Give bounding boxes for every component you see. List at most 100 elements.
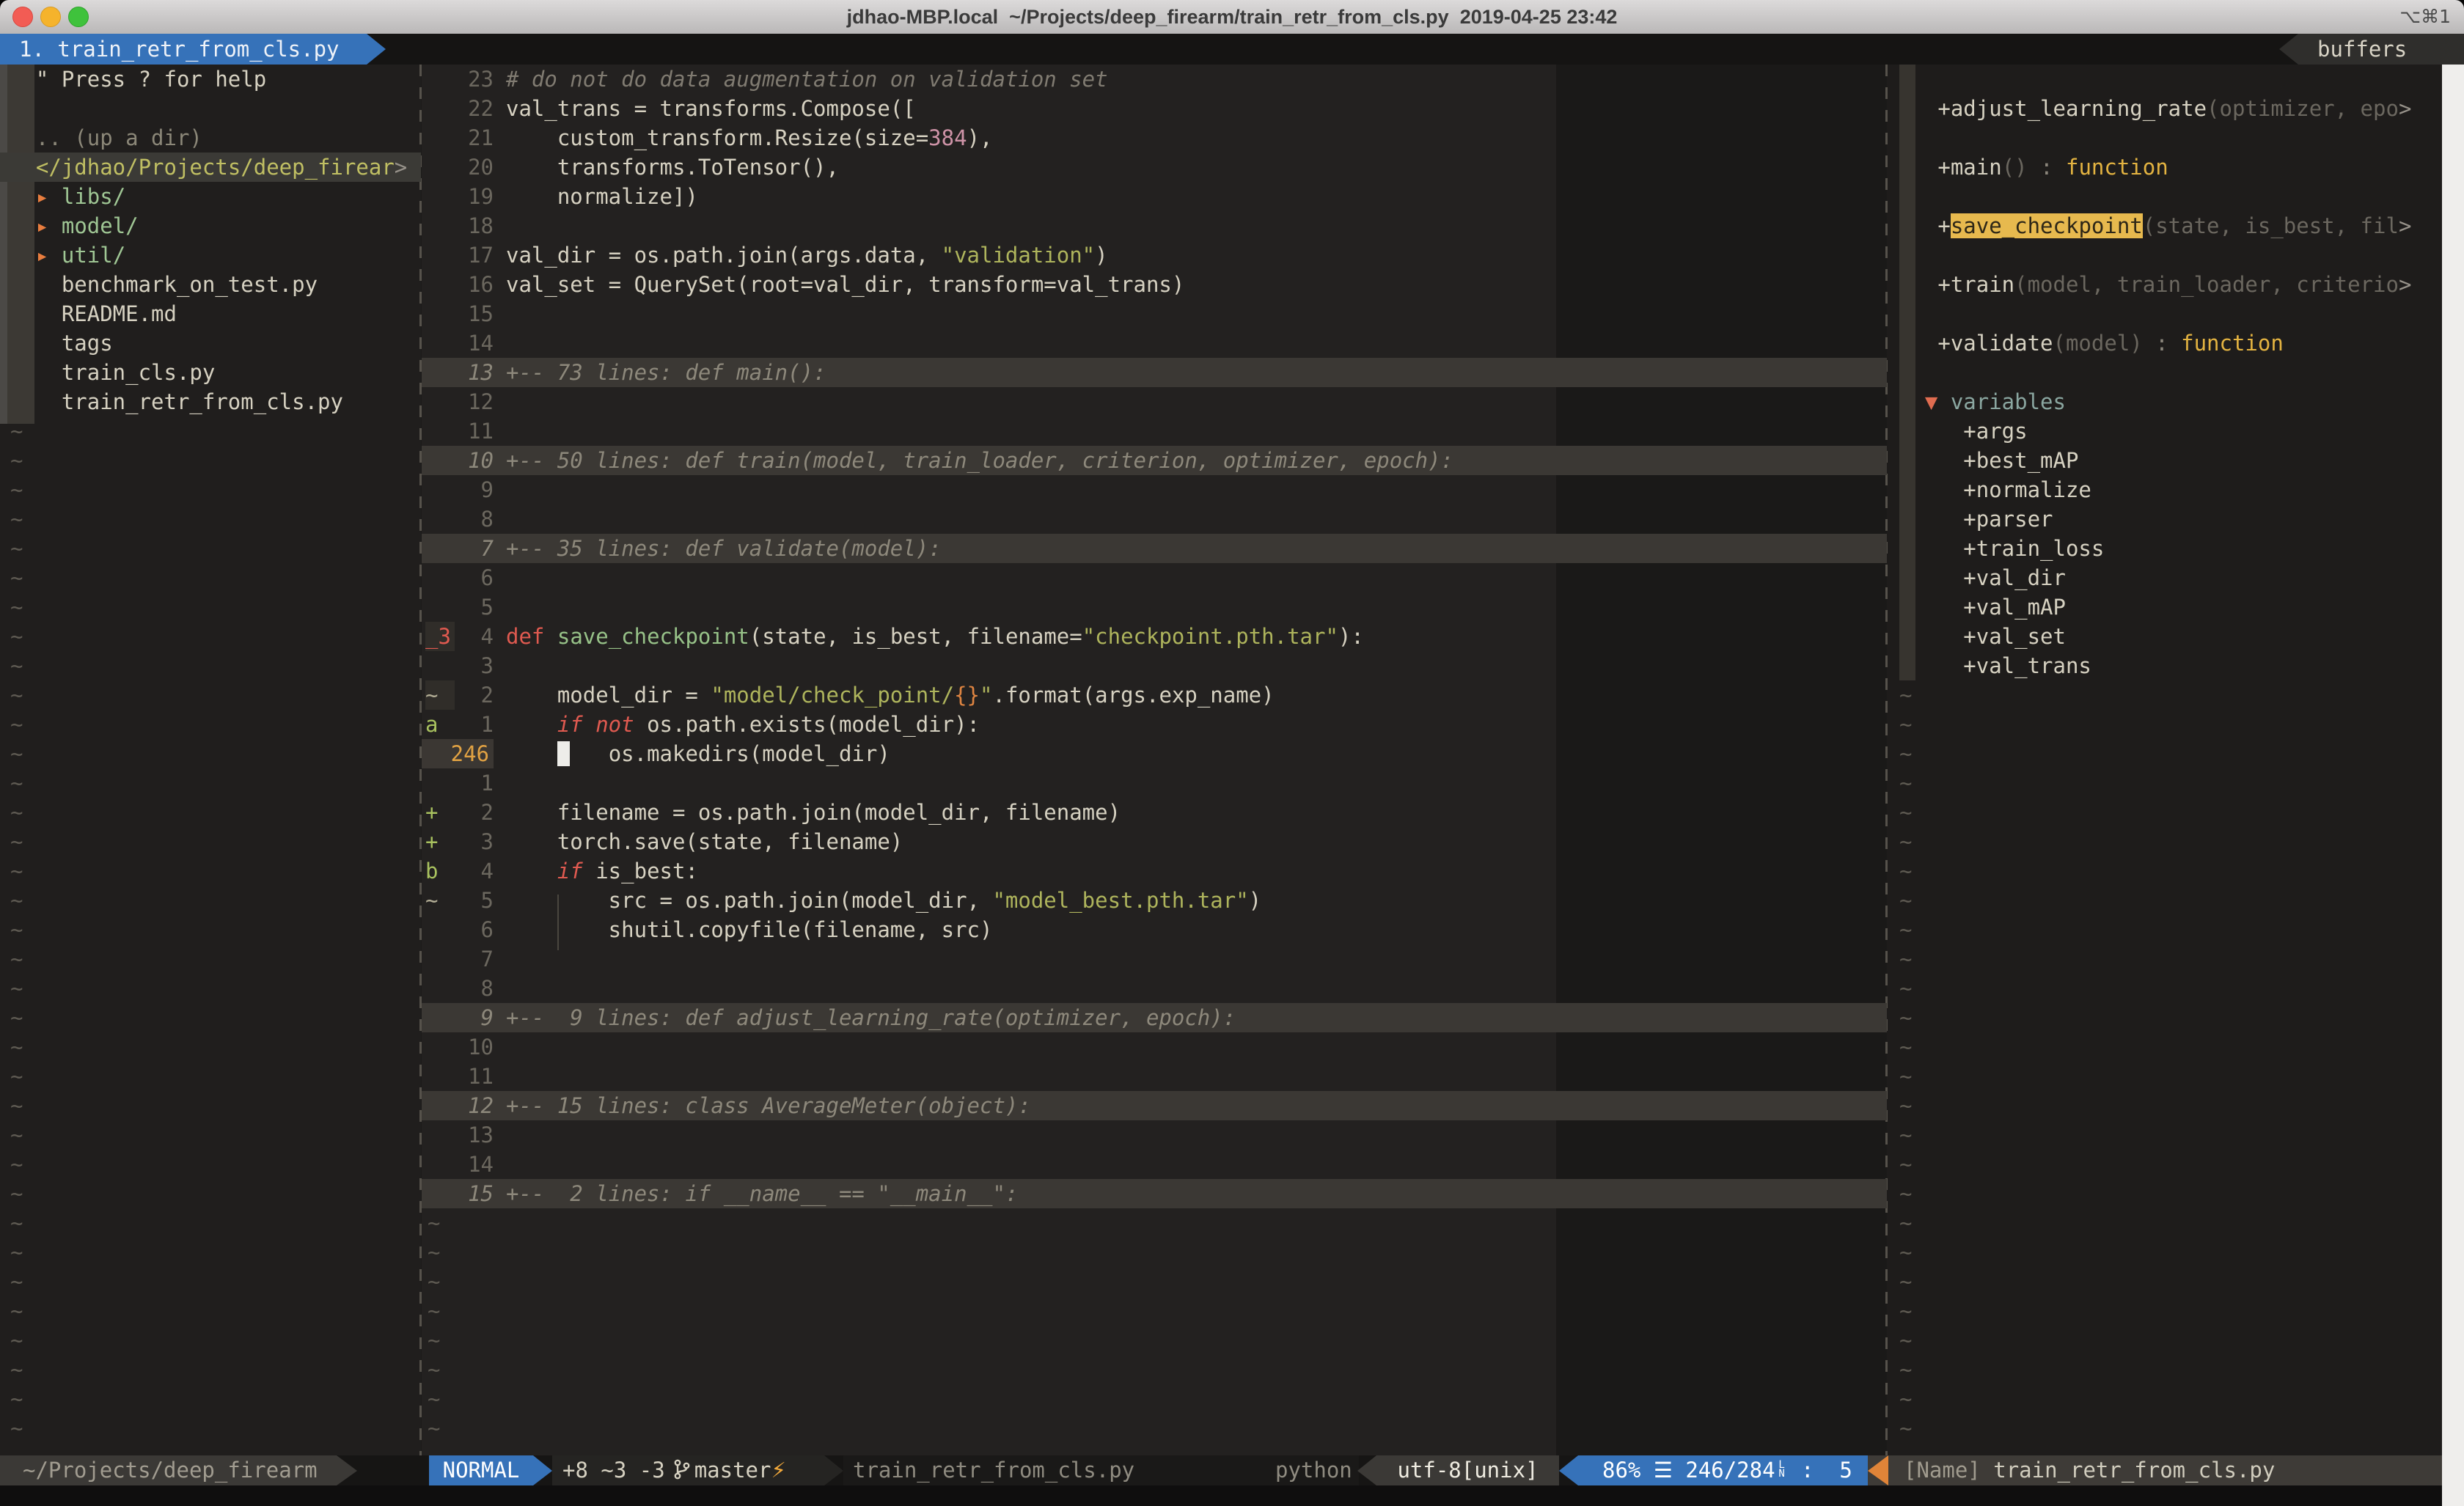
tree-file[interactable]: README.md	[0, 299, 421, 328]
tree-updir[interactable]: .. (up a dir)	[0, 123, 421, 153]
editor-line[interactable]: 23# do not do data augmentation on valid…	[422, 65, 1887, 94]
tilde-line: ~	[0, 475, 421, 504]
editor-line[interactable]: 7	[422, 944, 1887, 974]
editor-line[interactable]: 5	[422, 592, 1887, 622]
tag-item[interactable]	[1887, 65, 2464, 94]
tag-item[interactable]	[1887, 358, 2464, 387]
tree-root[interactable]: </jdhao/Projects/deep_firear>	[0, 153, 421, 182]
tree-dir[interactable]: ▸ libs/	[0, 182, 421, 211]
editor-line[interactable]: 22val_trans = transforms.Compose([	[422, 94, 1887, 123]
tag-variable[interactable]: +normalize	[1887, 475, 2464, 504]
editor-line[interactable]: 3+ torch.save(state, filename)	[422, 827, 1887, 856]
tag-item[interactable]	[1887, 123, 2464, 153]
editor-line[interactable]: 18	[422, 211, 1887, 240]
tag-variable[interactable]: +train_loss	[1887, 534, 2464, 563]
tag-function[interactable]: +train(model, train_loader, criterio>	[1887, 270, 2464, 299]
editor-line[interactable]: 1a if not os.path.exists(model_dir):	[422, 710, 1887, 739]
editor-line[interactable]: 3	[422, 651, 1887, 680]
editor-line[interactable]: 10+-- 50 lines: def train(model, train_l…	[422, 446, 1887, 475]
tag-function-selected[interactable]: +save_checkpoint(state, is_best, fil>	[1887, 211, 2464, 240]
tree-file[interactable]: train_cls.py	[0, 358, 421, 387]
tag-kind[interactable]: ▼ variables	[1887, 387, 2464, 416]
git-hunks-branch: +8 ~3 -3master⚡	[552, 1455, 824, 1485]
tag-item[interactable]	[1887, 299, 2464, 328]
editor-line[interactable]: 19 normalize])	[422, 182, 1887, 211]
tilde-line: ~	[1887, 1414, 2464, 1443]
tilde-line: ~	[0, 1120, 421, 1150]
editor-line[interactable]: 4b if is_best:	[422, 856, 1887, 886]
tilde-line: ~	[1887, 1384, 2464, 1414]
tab-shortcut-label: ⌥⌘1	[2399, 0, 2451, 34]
editor-line[interactable]: 11	[422, 1062, 1887, 1091]
tilde-line: ~	[0, 856, 421, 886]
tree-file[interactable]: tags	[0, 328, 421, 358]
tag-item[interactable]	[1887, 240, 2464, 270]
editor-line[interactable]: 6 shutil.copyfile(filename, src)	[422, 915, 1887, 944]
tilde-line: ~	[0, 1032, 421, 1062]
editor-line[interactable]: 21 custom_transform.Resize(size=384),	[422, 123, 1887, 153]
tag-item[interactable]	[1887, 182, 2464, 211]
editor-line[interactable]: 10	[422, 1032, 1887, 1062]
editor-line[interactable]: 9+-- 9 lines: def adjust_learning_rate(o…	[422, 1003, 1887, 1032]
editor-line[interactable]: 2+ filename = os.path.join(model_dir, fi…	[422, 798, 1887, 827]
editor-line[interactable]: 16val_set = QuerySet(root=val_dir, trans…	[422, 270, 1887, 299]
tree-dir[interactable]: ▸ model/	[0, 211, 421, 240]
editor-line[interactable]: 8	[422, 504, 1887, 534]
tree-item[interactable]	[0, 94, 421, 123]
tree-file[interactable]: train_retr_from_cls.py	[0, 387, 421, 416]
tilde-line: ~	[422, 1414, 1887, 1443]
powerline-arrow-icon	[337, 1455, 357, 1485]
tree-dir[interactable]: ▸ util/	[0, 240, 421, 270]
tilde-line: ~	[0, 592, 421, 622]
mode-indicator: NORMAL	[429, 1455, 533, 1485]
tilde-line: ~	[0, 1208, 421, 1238]
tilde-line: ~	[1887, 1326, 2464, 1355]
tag-variable[interactable]: +val_mAP	[1887, 592, 2464, 622]
editor-line[interactable]: 13+-- 73 lines: def main():	[422, 358, 1887, 387]
editor-line[interactable]: 4_3def save_checkpoint(state, is_best, f…	[422, 622, 1887, 651]
tag-variable[interactable]: +val_set	[1887, 622, 2464, 651]
editor-line[interactable]: 14	[422, 1150, 1887, 1179]
tree-help[interactable]: " Press ? for help	[0, 65, 421, 94]
editor-line[interactable]: 15+-- 2 lines: if __name__ == "__main__"…	[422, 1179, 1887, 1208]
tag-function[interactable]: +adjust_learning_rate(optimizer, epo>	[1887, 94, 2464, 123]
cursor-position: 86% ☰ 246/284LN : 5	[1578, 1455, 1868, 1485]
tag-variable[interactable]: +val_dir	[1887, 563, 2464, 592]
editor-line[interactable]: 7+-- 35 lines: def validate(model):	[422, 534, 1887, 563]
editor-line[interactable]: 1	[422, 768, 1887, 798]
tilde-line: ~	[1887, 827, 2464, 856]
editor-line[interactable]: 12+-- 15 lines: class AverageMeter(objec…	[422, 1091, 1887, 1120]
editor-line[interactable]: 17val_dir = os.path.join(args.data, "val…	[422, 240, 1887, 270]
editor-line[interactable]: 13	[422, 1120, 1887, 1150]
tilde-line: ~	[1887, 1150, 2464, 1179]
editor-line[interactable]: 9	[422, 475, 1887, 504]
editor-line[interactable]: 6	[422, 563, 1887, 592]
editor-line[interactable]: 2~ model_dir = "model/check_point/{}".fo…	[422, 680, 1887, 710]
tilde-line: ~	[0, 739, 421, 768]
tilde-line: ~	[0, 504, 421, 534]
editor-line[interactable]: 5~ src = os.path.join(model_dir, "model_…	[422, 886, 1887, 915]
tree-file[interactable]: benchmark_on_test.py	[0, 270, 421, 299]
tag-variable[interactable]: +best_mAP	[1887, 446, 2464, 475]
tilde-line: ~	[1887, 1062, 2464, 1091]
command-line[interactable]	[0, 1485, 2464, 1506]
editor-line[interactable]: 15	[422, 299, 1887, 328]
editor-line[interactable]: 14	[422, 328, 1887, 358]
scrollbar[interactable]	[2442, 65, 2464, 1506]
terminal-window: jdhao-MBP.local ~/Projects/deep_firearm/…	[0, 0, 2464, 1506]
editor-line[interactable]: 12	[422, 387, 1887, 416]
tag-variable[interactable]: +args	[1887, 416, 2464, 446]
tilde-line: ~	[1887, 974, 2464, 1003]
editor-line[interactable]: 8	[422, 974, 1887, 1003]
tab-active[interactable]: 1. train_retr_from_cls.py	[0, 34, 367, 65]
tag-variable[interactable]: +parser	[1887, 504, 2464, 534]
tilde-line: ~	[0, 1003, 421, 1032]
tilde-line: ~	[0, 622, 421, 651]
tilde-line: ~	[0, 915, 421, 944]
editor-line[interactable]: 246 os.makedirs(model_dir)	[422, 739, 1887, 768]
tag-function[interactable]: +validate(model) : function	[1887, 328, 2464, 358]
editor-line[interactable]: 20 transforms.ToTensor(),	[422, 153, 1887, 182]
tag-variable[interactable]: +val_trans	[1887, 651, 2464, 680]
tag-function[interactable]: +main() : function	[1887, 153, 2464, 182]
editor-line[interactable]: 11	[422, 416, 1887, 446]
